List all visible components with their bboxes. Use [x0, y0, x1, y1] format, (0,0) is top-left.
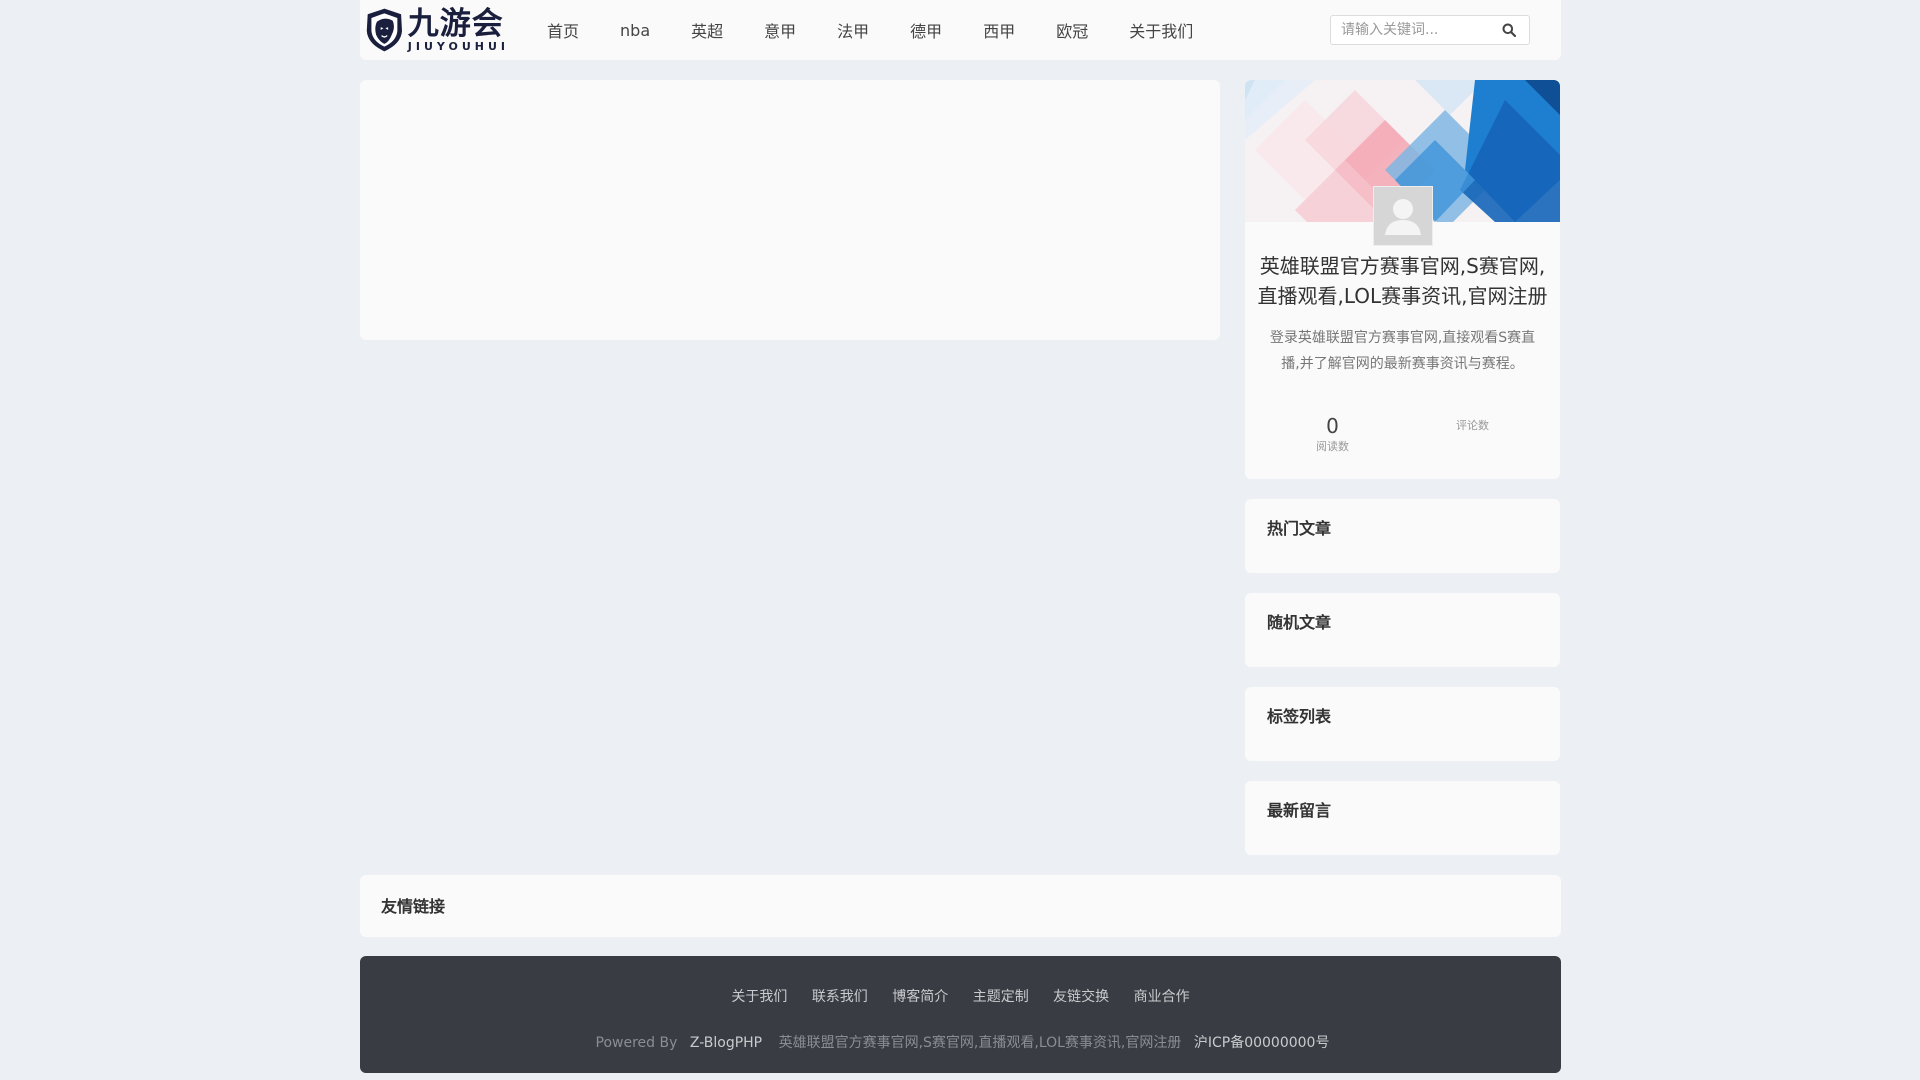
- powered-by-prefix: Powered By: [595, 1035, 678, 1051]
- nav-item-home[interactable]: 首页: [547, 18, 579, 42]
- search-box: [1330, 15, 1530, 45]
- nav-item-nba[interactable]: nba: [620, 21, 650, 40]
- friend-links-title: 友情链接: [381, 897, 446, 916]
- logo-chinese-text: 九游会: [407, 6, 504, 42]
- site-header: 九游会 JIUYOUHUI 首页 nba 英超 意甲 法甲 德甲 西甲 欧冠 关…: [360, 0, 1561, 60]
- read-count-label: 阅读数: [1316, 440, 1349, 453]
- tag-list-widget: 标签列表: [1245, 687, 1560, 761]
- user-avatar-icon: [1374, 187, 1432, 245]
- icp-link[interactable]: 沪ICP备00000000号: [1194, 1035, 1330, 1051]
- footer-link-theme-custom[interactable]: 主题定制: [973, 989, 1029, 1005]
- footer-link-business[interactable]: 商业合作: [1134, 989, 1190, 1005]
- footer-link-contact-us[interactable]: 联系我们: [812, 989, 868, 1005]
- nav-item-ligue-1[interactable]: 法甲: [837, 18, 869, 42]
- site-logo[interactable]: 九游会 JIUYOUHUI: [364, 4, 509, 56]
- site-profile-card: 英雄联盟官方赛事官网,S赛官网,直播观看,LOL赛事资讯,官网注册 登录英雄联盟…: [1245, 80, 1560, 479]
- read-count-value: 0: [1326, 414, 1339, 438]
- nav-item-la-liga[interactable]: 西甲: [983, 18, 1015, 42]
- hot-articles-widget: 热门文章: [1245, 499, 1560, 573]
- latest-comments-widget: 最新留言: [1245, 781, 1560, 855]
- friend-links-panel: 友情链接: [360, 875, 1561, 937]
- logo-english-text: JIUYOUHUI: [407, 40, 509, 53]
- random-articles-widget: 随机文章: [1245, 593, 1560, 667]
- comment-count-label: 评论数: [1456, 419, 1489, 432]
- nav-item-bundesliga[interactable]: 德甲: [910, 18, 942, 42]
- footer-copyright: Powered By Z-BlogPHP 英雄联盟官方赛事官网,S赛官网,直播观…: [360, 1032, 1561, 1052]
- lion-logo-icon: [366, 8, 403, 52]
- powered-by-text: Powered By Z-BlogPHP: [592, 1035, 767, 1051]
- site-footer: 关于我们 联系我们 博客简介 主题定制 友链交换 商业合作 Powered By…: [360, 956, 1561, 1073]
- widget-title: 热门文章: [1267, 519, 1332, 538]
- search-icon: [1502, 23, 1516, 37]
- widget-title: 标签列表: [1267, 707, 1332, 726]
- read-count-stat: 0 阅读数: [1290, 413, 1375, 455]
- avatar: [1373, 186, 1433, 246]
- site-description: 登录英雄联盟官方赛事官网,直接观看S赛直播,并了解官网的最新赛事资讯与赛程。: [1269, 330, 1536, 372]
- nav-item-premier-league[interactable]: 英超: [691, 18, 723, 42]
- site-title: 英雄联盟官方赛事官网,S赛官网,直播观看,LOL赛事资讯,官网注册: [1257, 254, 1548, 308]
- footer-nav: 关于我们 联系我们 博客简介 主题定制 友链交换 商业合作: [360, 986, 1561, 1006]
- search-button[interactable]: [1491, 16, 1527, 44]
- nav-item-serie-a[interactable]: 意甲: [764, 18, 796, 42]
- nav-item-about-us[interactable]: 关于我们: [1129, 18, 1193, 42]
- footer-link-link-exchange[interactable]: 友链交换: [1053, 989, 1109, 1005]
- widget-title: 最新留言: [1267, 801, 1332, 820]
- nav-item-champions-league[interactable]: 欧冠: [1056, 18, 1088, 42]
- comment-count-stat: 评论数: [1430, 418, 1515, 434]
- footer-site-name: 英雄联盟官方赛事官网,S赛官网,直播观看,LOL赛事资讯,官网注册: [778, 1035, 1182, 1051]
- footer-link-about-us[interactable]: 关于我们: [731, 989, 787, 1005]
- footer-link-blog-intro[interactable]: 博客简介: [892, 989, 948, 1005]
- zblog-link[interactable]: Z-BlogPHP: [690, 1035, 762, 1051]
- main-content-panel: [360, 80, 1220, 340]
- search-input[interactable]: [1331, 16, 1491, 44]
- main-nav: 首页 nba 英超 意甲 法甲 德甲 西甲 欧冠 关于我们: [547, 0, 1234, 60]
- widget-title: 随机文章: [1267, 613, 1332, 632]
